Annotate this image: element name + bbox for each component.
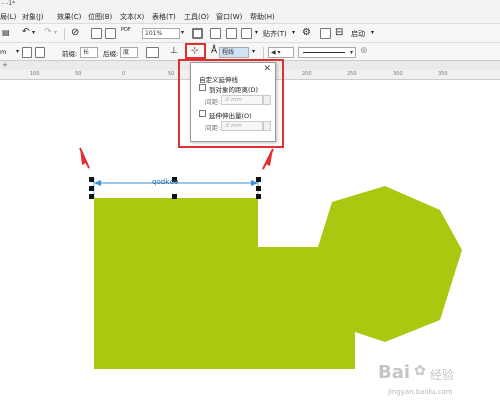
menu-effects[interactable]: 效果(C) [57, 12, 81, 22]
zoom-level-field[interactable]: 101% [142, 28, 180, 39]
menu-table[interactable]: 表格(T) [152, 12, 176, 22]
undo-dropdown-icon[interactable]: ▾ [32, 29, 35, 36]
watermark-brand: Bai [378, 362, 411, 383]
prefix-label: 前缀: [62, 50, 78, 58]
selection-handle[interactable] [256, 194, 261, 199]
grid-icon[interactable] [226, 28, 237, 39]
redo-dropdown-icon[interactable]: ▾ [54, 29, 57, 36]
red-arrow-right-shaft [262, 148, 274, 170]
title-bar: - -1* [0, 0, 500, 10]
ruler-tick: 350 [438, 71, 448, 77]
save-icon[interactable]: ▤ [2, 28, 10, 37]
selection-handle[interactable] [256, 177, 261, 182]
redo-icon[interactable]: ↷ [44, 27, 52, 37]
ruler-tick: 50 [168, 71, 175, 77]
gap-label-1: 间距: [205, 98, 221, 106]
gap-spinner-1[interactable] [263, 95, 271, 105]
ruler-tick: 300 [393, 71, 403, 77]
publish-pdf-icon[interactable]: PDF [121, 28, 131, 33]
unit-dropdown-icon[interactable]: ▾ [16, 48, 19, 55]
export-icon[interactable] [105, 28, 116, 39]
suffix-field[interactable]: 度 [120, 47, 138, 58]
ruler-tick: 50 [75, 71, 82, 77]
ruler-tick: 250 [347, 71, 357, 77]
distance-to-object-label: 到对象的距离(D) [209, 86, 259, 94]
green-shape[interactable] [94, 186, 462, 369]
menu-tools[interactable]: 工具(O) [184, 12, 209, 22]
gap-label-2: 间距: [205, 124, 221, 132]
ruler-tick: 0 [122, 71, 126, 77]
ruler-tick: 200 [302, 71, 312, 77]
unit-label: m [0, 48, 7, 56]
extension-overhang-label: 延伸伸出量(O) [209, 112, 252, 120]
snap-dropdown-icon[interactable]: ▾ [292, 29, 295, 36]
watermark-brand2: 经验 [430, 368, 455, 382]
menu-text[interactable]: 文本(X) [120, 12, 144, 22]
selection-handle[interactable] [89, 186, 94, 191]
close-icon[interactable]: ✕ [263, 64, 271, 74]
launch-icon[interactable]: ⊟ [335, 27, 343, 38]
gap-spinner-2[interactable] [263, 121, 271, 131]
menu-help[interactable]: 帮助(H) [250, 12, 275, 22]
launch-dropdown-icon[interactable]: ▾ [371, 29, 374, 36]
text-position-icon[interactable]: ⊥ [170, 46, 178, 56]
line-style-preview [303, 52, 345, 53]
import-icon[interactable] [91, 28, 102, 39]
menu-window[interactable]: 窗口(W) [216, 12, 242, 22]
watermark-url: jingyan.baidu.com [388, 388, 453, 396]
popup-title: 自定义延伸线 [199, 76, 238, 84]
line-style-field[interactable]: ▾ [298, 47, 356, 58]
zoom-dropdown-icon[interactable]: ▾ [181, 29, 184, 36]
window-title: - -1* [2, 0, 16, 7]
distance-to-object-checkbox[interactable] [199, 84, 206, 91]
outline-dropdown-icon[interactable]: ▾ [252, 48, 255, 55]
menu-object[interactable]: 对象(J) [22, 12, 44, 22]
prefix-field[interactable]: 长 [80, 47, 98, 58]
separator [263, 47, 264, 59]
tab-add-icon[interactable]: + [2, 61, 8, 69]
line-style-dropdown-icon: ▾ [349, 49, 353, 56]
options-gear-icon[interactable]: ⚙ [302, 27, 311, 38]
dimension-arrow-left [94, 180, 101, 186]
snap-to-button[interactable]: 贴齐(T) [263, 29, 287, 39]
arrow-left-icon: ◀ ▾ [271, 49, 281, 56]
gap-field-1[interactable]: .0 mm [221, 95, 263, 105]
menu-layout[interactable]: 局(L) [0, 12, 16, 22]
ruler-tick: 100 [30, 71, 40, 77]
launch-button[interactable]: 启动 [351, 29, 365, 39]
show-units-icon[interactable] [35, 47, 45, 58]
selection-handle[interactable] [172, 194, 177, 199]
paw-icon: ✿ [414, 363, 426, 379]
outline-width-icon[interactable]: Å [211, 46, 217, 56]
extension-button-highlight [185, 43, 206, 59]
guidelines-icon[interactable] [241, 28, 252, 39]
arrow-style-field[interactable]: ◀ ▾ [268, 47, 294, 58]
dynamic-dimension-icon[interactable] [146, 47, 159, 58]
selection-handle[interactable] [89, 194, 94, 199]
full-screen-icon[interactable] [192, 28, 203, 39]
suffix-label: 后缀: [103, 50, 119, 58]
custom-extension-lines-popup: ✕ 自定义延伸线 到对象的距离(D) 间距: .0 mm 延伸伸出量(O) 间距… [190, 62, 276, 142]
outline-width-field[interactable]: 程线 [219, 47, 249, 58]
add-icon[interactable]: ⊕ [360, 46, 368, 56]
separator [64, 28, 65, 40]
menu-bitmap[interactable]: 位图(B) [88, 12, 112, 22]
view-dropdown-icon[interactable]: ▾ [255, 29, 258, 36]
dimension-text[interactable]: ooʞpob [152, 178, 178, 186]
gap-field-2[interactable]: .0 mm [221, 121, 263, 131]
application-icon[interactable] [320, 28, 331, 39]
menu-bar: 局(L) 对象(J) 效果(C) 位图(B) 文本(X) 表格(T) 工具(O)… [0, 10, 500, 24]
watermark: Bai ✿ 经验 jingyan.baidu.com [378, 362, 498, 408]
standard-toolbar: ▤ ↶ ▾ ↷ ▾ ⊘ PDF 101% ▾ ▾ 贴齐(T) ▾ ⚙ ⊟ 启动 … [0, 24, 500, 43]
search-content-icon[interactable]: ⊘ [71, 27, 79, 38]
selection-handle[interactable] [89, 177, 94, 182]
undo-icon[interactable]: ↶ [22, 27, 30, 37]
selection-handle[interactable] [256, 186, 261, 191]
rulers-icon[interactable] [210, 28, 221, 39]
dimension-units-icon[interactable] [22, 47, 32, 58]
extension-overhang-checkbox[interactable] [199, 110, 206, 117]
